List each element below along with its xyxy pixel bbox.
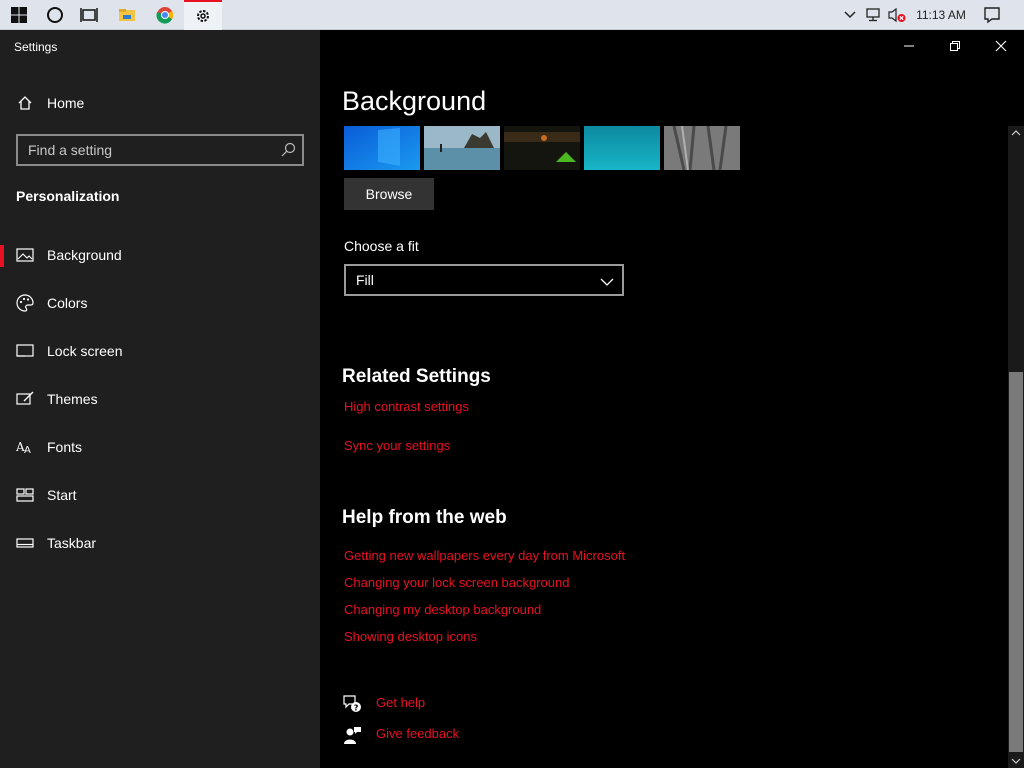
give-feedback-icon <box>342 725 362 745</box>
home-label: Home <box>47 95 85 111</box>
help-link-wallpapers[interactable]: Getting new wallpapers every day from Mi… <box>344 548 625 563</box>
themes-icon <box>16 390 34 408</box>
sidebar-item-label: Themes <box>47 391 98 407</box>
chevron-down-icon <box>1011 758 1021 764</box>
search-input[interactable] <box>18 136 268 164</box>
help-from-web-heading: Help from the web <box>342 507 507 528</box>
picture-icon <box>16 246 34 264</box>
background-thumbnail-3[interactable] <box>504 126 580 170</box>
minimize-button[interactable] <box>886 30 932 62</box>
task-view-icon <box>80 8 98 22</box>
choose-fit-dropdown[interactable]: Fill <box>344 264 624 296</box>
chevron-down-icon <box>600 274 614 288</box>
restore-icon <box>950 41 960 51</box>
choose-fit-label: Choose a fit <box>344 238 419 254</box>
start-icon <box>16 486 34 504</box>
notification-icon <box>984 7 1000 24</box>
sidebar-item-label: Taskbar <box>47 535 97 551</box>
app-title: Settings <box>14 40 58 54</box>
get-help-link[interactable]: Get help <box>376 695 425 710</box>
sidebar-item-label: Start <box>47 487 77 503</box>
task-view-button[interactable] <box>70 0 108 30</box>
sidebar-item-start[interactable]: Start <box>0 473 320 517</box>
windows-start-icon <box>11 7 27 23</box>
help-link-desktop-background[interactable]: Changing my desktop background <box>344 602 541 617</box>
volume-button[interactable] <box>886 0 908 30</box>
volume-muted-icon <box>888 7 906 23</box>
background-thumbnail-1[interactable] <box>344 126 420 170</box>
palette-icon <box>16 294 34 312</box>
taskbar: 11:13 AM <box>0 0 1024 30</box>
file-explorer-button[interactable] <box>108 0 146 30</box>
scrollbar-thumb[interactable] <box>1009 372 1023 752</box>
chrome-icon <box>156 7 174 24</box>
sidebar-item-taskbar[interactable]: Taskbar <box>0 521 320 565</box>
clock[interactable]: 11:13 AM <box>908 0 974 30</box>
chevron-down-icon <box>844 11 856 19</box>
section-heading: Personalization <box>16 188 120 204</box>
start-button[interactable] <box>0 0 38 30</box>
sidebar-item-label: Colors <box>47 295 88 311</box>
help-link-lock-screen[interactable]: Changing your lock screen background <box>344 575 569 590</box>
sidebar-item-colors[interactable]: Colors <box>0 281 320 325</box>
page-title: Background <box>342 86 487 116</box>
background-thumbnail-2[interactable] <box>424 126 500 170</box>
give-feedback-link[interactable]: Give feedback <box>376 726 459 741</box>
cortana-button[interactable] <box>36 0 74 30</box>
svg-text:A: A <box>24 445 31 455</box>
home-icon <box>16 94 34 112</box>
sidebar-item-label: Background <box>47 247 122 263</box>
choose-fit-value: Fill <box>356 272 374 288</box>
action-center-button[interactable] <box>978 0 1006 30</box>
sidebar-item-label: Fonts <box>47 439 83 455</box>
search-icon[interactable] <box>280 142 296 158</box>
show-hidden-icons-button[interactable] <box>840 0 860 30</box>
settings-icon <box>197 10 209 22</box>
network-icon <box>866 8 880 22</box>
sidebar-item-themes[interactable]: Themes <box>0 377 320 421</box>
fonts-icon: AA <box>16 438 34 456</box>
sync-settings-link[interactable]: Sync your settings <box>344 438 450 453</box>
sidebar-item-lock-screen[interactable]: Lock screen <box>0 329 320 373</box>
vertical-scrollbar[interactable] <box>1008 126 1024 768</box>
related-settings-heading: Related Settings <box>342 366 491 387</box>
chevron-up-icon <box>1011 130 1021 136</box>
cortana-icon <box>47 7 63 23</box>
sidebar-item-label: Lock screen <box>47 343 123 359</box>
chrome-button[interactable] <box>146 0 184 30</box>
sidebar: Settings Home Personalization Background… <box>0 30 320 768</box>
help-link-desktop-icons[interactable]: Showing desktop icons <box>344 629 477 644</box>
browse-button[interactable]: Browse <box>344 178 434 210</box>
scroll-up-button[interactable] <box>1008 126 1024 140</box>
background-thumbnail-5[interactable] <box>664 125 740 171</box>
settings-taskbar-button[interactable] <box>184 0 222 30</box>
background-thumbnail-4[interactable] <box>584 126 660 170</box>
close-icon <box>995 40 1007 52</box>
main-content: Background Browse Choose a fit Fill Rela… <box>320 30 1024 768</box>
network-button[interactable] <box>862 0 884 30</box>
minimize-icon <box>904 45 914 47</box>
lock-screen-icon <box>16 342 34 360</box>
sidebar-item-background[interactable]: Background <box>0 233 320 277</box>
scroll-down-button[interactable] <box>1008 754 1024 768</box>
taskbar-icon <box>16 534 34 552</box>
restore-button[interactable] <box>932 30 978 62</box>
search-box <box>16 134 304 166</box>
nav-home[interactable]: Home <box>0 81 320 125</box>
high-contrast-settings-link[interactable]: High contrast settings <box>344 399 469 414</box>
file-explorer-icon <box>119 9 135 21</box>
svg-text:?: ? <box>354 704 359 713</box>
get-help-icon: ? <box>342 694 362 714</box>
sidebar-item-fonts[interactable]: AA Fonts <box>0 425 320 469</box>
close-button[interactable] <box>978 30 1024 62</box>
